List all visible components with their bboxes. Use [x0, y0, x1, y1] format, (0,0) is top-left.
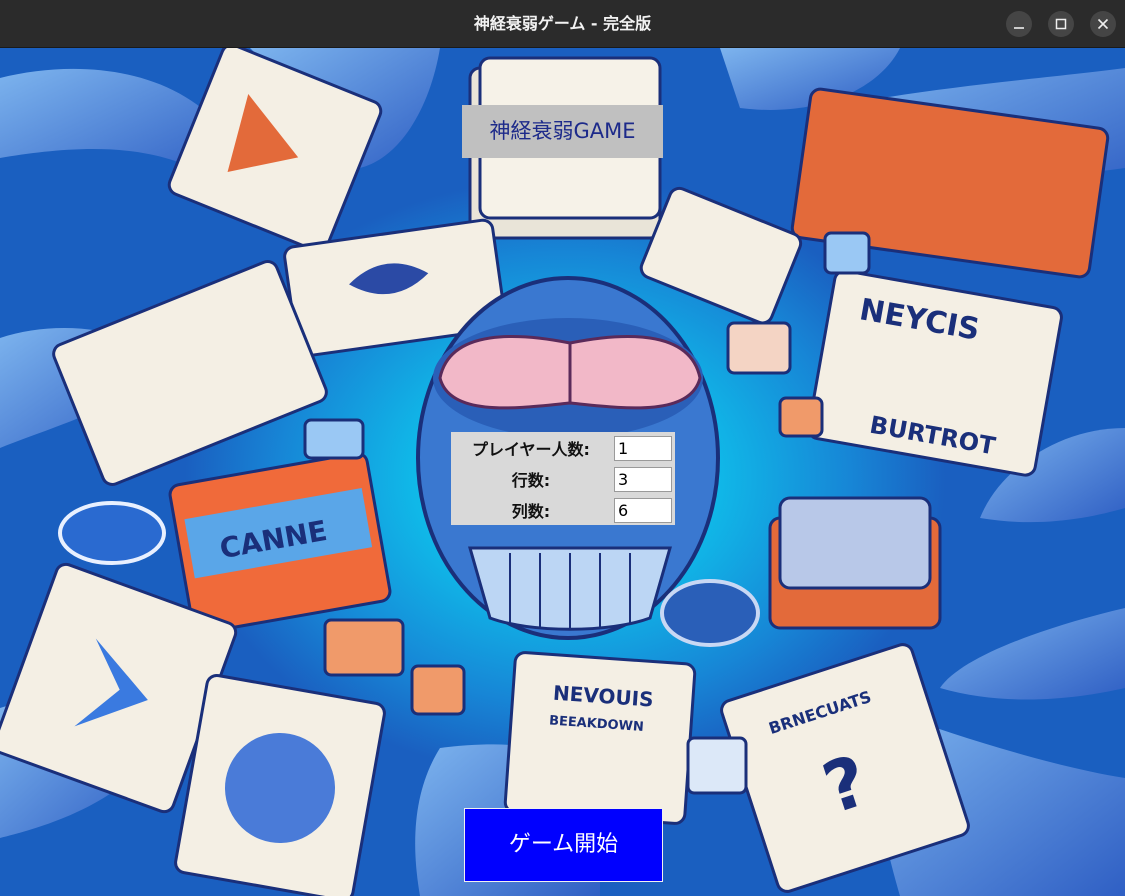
dice-bottom-left	[323, 618, 405, 677]
players-input[interactable]	[614, 436, 672, 461]
card-bottom-center: NEVOUIS BEEAKDOWN	[503, 651, 697, 825]
columns-label: 列数:	[511, 502, 551, 521]
dice-top-right	[823, 231, 871, 275]
rows-row: 行数:	[451, 465, 675, 496]
rows-label: 行数:	[511, 471, 551, 490]
app-window: 神経衰弱ゲーム - 完全版 NEYCIS BURTROT CANNE NEVOU…	[0, 0, 1125, 896]
card-center-right	[639, 186, 803, 325]
game-title: 神経衰弱GAME	[462, 105, 663, 158]
start-game-button[interactable]: ゲーム開始	[464, 808, 663, 882]
columns-row: 列数:	[451, 496, 675, 527]
minimize-icon	[1014, 27, 1024, 29]
hand-right-lower	[940, 608, 1125, 700]
dice-left	[303, 418, 365, 460]
dice-right	[726, 321, 792, 375]
poker-chip-center	[660, 579, 760, 647]
columns-input[interactable]	[614, 498, 672, 523]
rows-input[interactable]	[614, 467, 672, 492]
dice-bottom-center	[410, 664, 466, 716]
minimize-button[interactable]	[1006, 11, 1032, 37]
card-bottom-left-2	[174, 673, 386, 896]
maximize-icon	[1055, 18, 1067, 30]
title-bar: 神経衰弱ゲーム - 完全版	[0, 0, 1125, 48]
card-left	[52, 260, 328, 486]
game-canvas: NEYCIS BURTROT CANNE NEVOUIS BEEAKDOWN B…	[0, 48, 1125, 896]
card-box-left: CANNE	[168, 451, 392, 635]
dice-small-right	[778, 396, 824, 438]
window-title: 神経衰弱ゲーム - 完全版	[473, 14, 652, 33]
players-label: プレイヤー人数:	[472, 440, 590, 459]
card-right: NEYCIS BURTROT	[807, 269, 1063, 477]
players-row: プレイヤー人数:	[451, 434, 675, 465]
close-icon	[1097, 18, 1109, 30]
dice-bottom-right	[686, 736, 748, 795]
poker-chip-left	[58, 501, 166, 565]
maximize-button[interactable]	[1048, 11, 1074, 37]
close-button[interactable]	[1090, 11, 1116, 37]
settings-panel: プレイヤー人数: 行数: 列数:	[451, 432, 675, 525]
card-stack-right	[768, 496, 942, 630]
